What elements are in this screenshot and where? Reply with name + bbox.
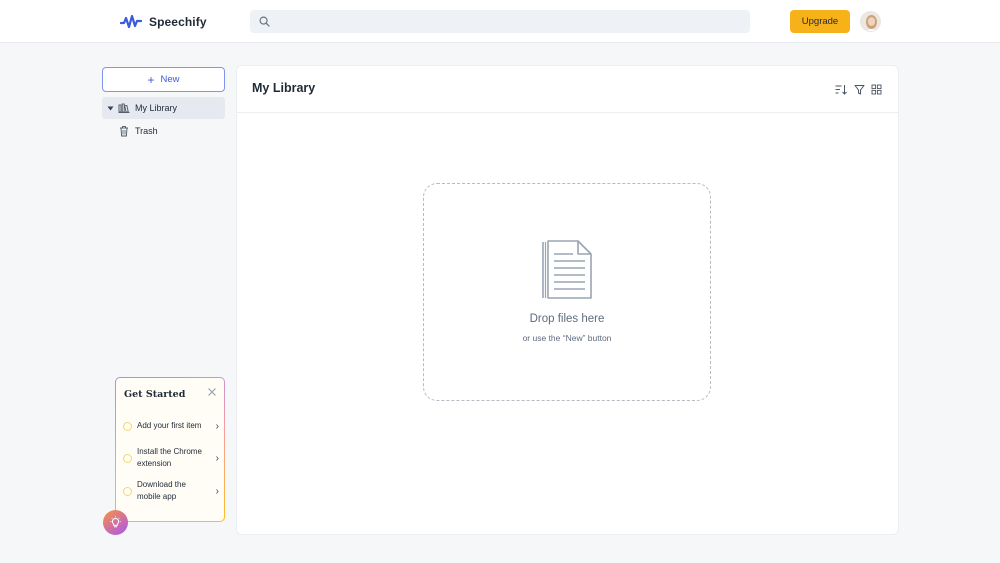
get-started-item-install-extension[interactable]: Install the Chrome extension › xyxy=(123,444,219,472)
get-started-card: Get Started Add your first item › Instal… xyxy=(115,377,225,522)
filter-icon[interactable] xyxy=(853,83,865,95)
chevron-right-icon: › xyxy=(215,485,219,497)
avatar[interactable] xyxy=(860,11,881,32)
get-started-item-add-first-item[interactable]: Add your first item › xyxy=(123,412,219,440)
chevron-right-icon: › xyxy=(215,420,219,432)
checklist-circle-icon xyxy=(123,453,132,463)
lightbulb-icon xyxy=(110,516,121,528)
get-started-item-download-app[interactable]: Download the mobile app › xyxy=(123,477,219,505)
plus-icon: + xyxy=(147,72,155,87)
get-started-card-body: Get Started Add your first item › Instal… xyxy=(116,378,224,521)
search-input[interactable] xyxy=(276,10,750,33)
get-started-title: Get Started xyxy=(124,389,186,400)
sidebar-item-my-library[interactable]: My Library xyxy=(102,97,225,119)
new-button[interactable]: + New xyxy=(102,67,225,92)
trash-icon xyxy=(118,125,130,137)
drop-zone-title: Drop files here xyxy=(529,313,605,325)
document-icon xyxy=(542,240,592,299)
speechify-logo[interactable]: Speechify xyxy=(120,12,207,32)
get-started-item-label: Download the mobile app xyxy=(137,479,186,502)
user-avatar-icon xyxy=(861,12,880,31)
app-name: Speechify xyxy=(149,15,207,29)
caret-spacer xyxy=(107,128,114,135)
library-icon xyxy=(118,102,130,114)
drop-zone-subtitle: or use the “New” button xyxy=(522,333,612,343)
sidebar-item-label: My Library xyxy=(135,103,178,113)
upgrade-button[interactable]: Upgrade xyxy=(790,10,850,33)
get-started-item-label: Add your first item xyxy=(137,420,202,430)
caret-down-icon[interactable] xyxy=(107,105,114,112)
file-drop-zone[interactable]: Drop files here or use the “New” button xyxy=(423,183,711,401)
sidebar-item-trash[interactable]: Trash xyxy=(102,120,225,142)
close-icon[interactable] xyxy=(207,384,217,396)
new-button-label: New xyxy=(160,74,180,85)
top-bar: Speechify Upgrade xyxy=(0,0,1000,43)
tips-button[interactable] xyxy=(103,510,128,535)
chevron-right-icon: › xyxy=(215,452,219,464)
get-started-item-label: Install the Chrome extension xyxy=(137,446,202,469)
grid-view-icon[interactable] xyxy=(870,83,882,95)
library-header: My Library xyxy=(237,66,898,113)
search-bar[interactable] xyxy=(250,10,750,33)
page-title: My Library xyxy=(252,81,316,95)
checklist-circle-icon xyxy=(123,486,132,496)
library-panel: My Library Drop files here or use the “N… xyxy=(237,66,898,534)
search-icon xyxy=(259,16,270,27)
speechify-logo-icon xyxy=(120,15,142,29)
sort-icon[interactable] xyxy=(835,83,847,95)
checklist-circle-icon xyxy=(123,421,132,431)
sidebar-item-label: Trash xyxy=(135,126,158,136)
